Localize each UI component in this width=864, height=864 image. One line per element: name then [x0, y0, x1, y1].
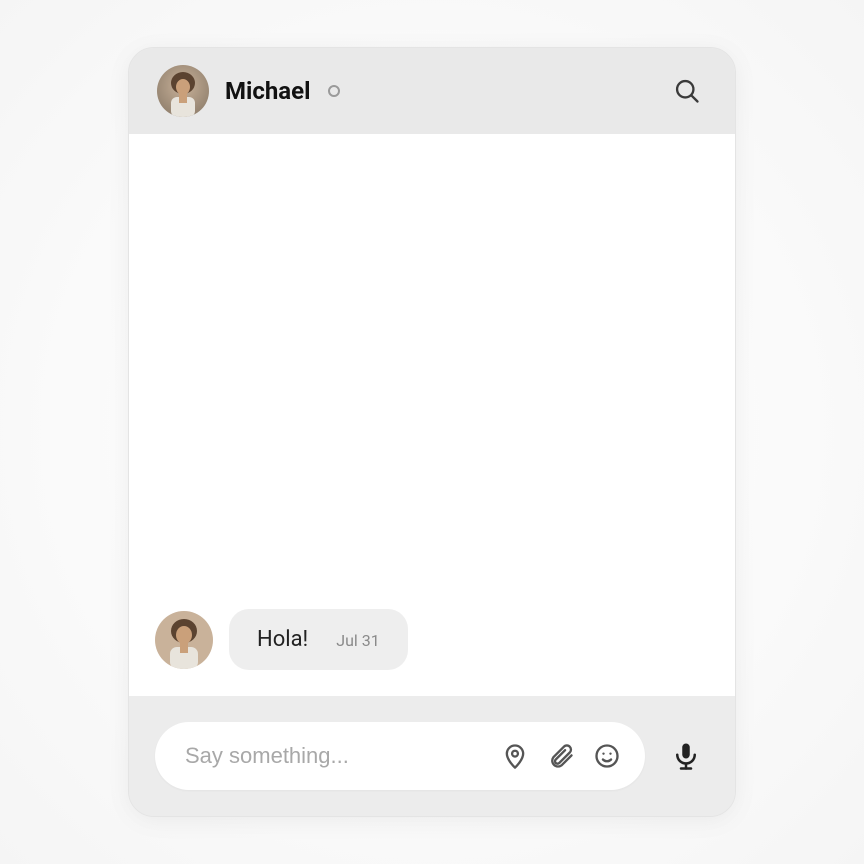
message-input[interactable]: [183, 742, 489, 770]
location-pin-icon[interactable]: [495, 736, 535, 776]
search-icon[interactable]: [667, 71, 707, 111]
microphone-icon[interactable]: [663, 733, 709, 779]
composer-bar: [129, 696, 735, 816]
smiley-icon[interactable]: [587, 736, 627, 776]
message-area[interactable]: Hola! Jul 31: [129, 134, 735, 696]
message-bubble[interactable]: Hola! Jul 31: [229, 609, 408, 670]
contact-avatar[interactable]: [157, 65, 209, 117]
message-avatar[interactable]: [155, 611, 213, 669]
chat-window: Michael: [128, 47, 736, 817]
contact-name: Michael: [225, 77, 310, 105]
message-row: Hola! Jul 31: [155, 609, 408, 670]
message-timestamp: Jul 31: [336, 631, 380, 650]
message-input-container: [155, 722, 645, 790]
status-indicator: [328, 85, 340, 97]
chat-header: Michael: [129, 48, 735, 134]
message-text: Hola!: [257, 627, 308, 652]
paperclip-icon[interactable]: [541, 736, 581, 776]
